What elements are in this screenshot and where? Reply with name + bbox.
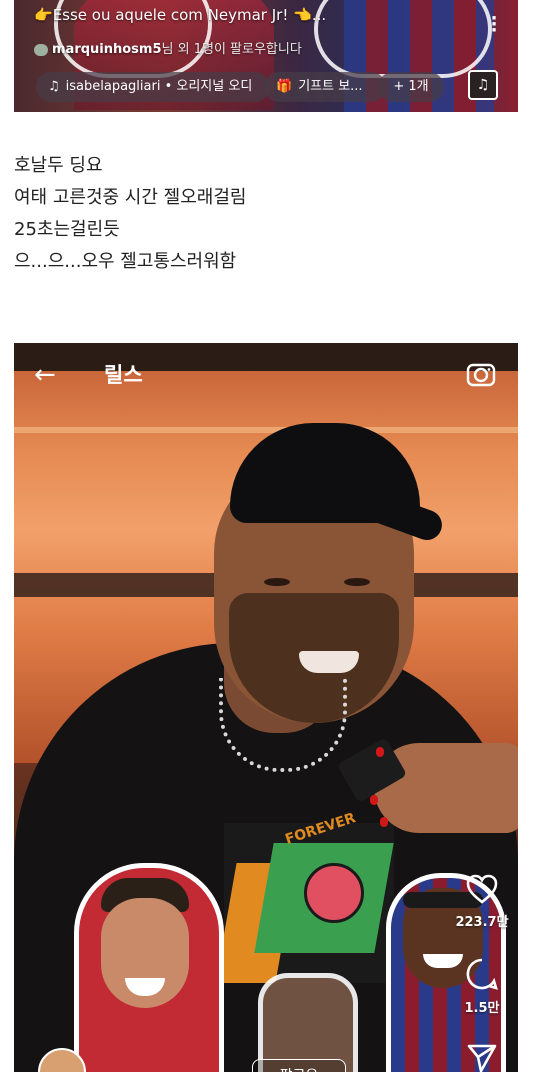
share-action[interactable] [454, 1043, 510, 1072]
post-body: 호날두 딩요 여태 고른것중 시간 젤오래걸림 25초는걸린듯 으...으...… [14, 150, 514, 278]
red-nail [380, 817, 388, 827]
followed-by-suffix: 님 외 1명이 팔로우합니다 [161, 42, 302, 57]
right-eye [344, 578, 370, 586]
body-line: 으...으...오우 젤고통스러워함 [14, 251, 237, 272]
back-arrow-icon[interactable]: ← [34, 361, 66, 389]
player-sticker-middle [258, 973, 358, 1072]
audio-chip[interactable]: ♫ isabelapagliari • 오리지널 오디 [36, 72, 270, 102]
send-icon[interactable] [466, 1043, 498, 1072]
like-count: 223.7만 [455, 915, 509, 930]
comment-action[interactable]: 1.5만 [454, 957, 510, 1016]
pointing-right-emoji: 👉 [34, 6, 53, 24]
gift-chip[interactable]: 🎁 기프트 보... [264, 72, 386, 102]
gift-icon: 🎁 [276, 79, 293, 94]
like-action[interactable]: 223.7만 [454, 873, 510, 930]
red-nail [370, 795, 378, 805]
caption-ellipsis: ... [311, 6, 327, 24]
body-line: 호날두 딩요 [14, 155, 103, 176]
reel-caption-text: Esse ou aquele com Neymar Jr! [52, 6, 289, 24]
follower-username: marquinhosm5 [52, 42, 162, 57]
reel-caption[interactable]: 👉Esse ou aquele com Neymar Jr! 👈... [34, 6, 326, 24]
sticker-outline [314, 0, 492, 78]
comment-count: 1.5만 [464, 1001, 500, 1016]
previous-reel-screenshot: 👉Esse ou aquele com Neymar Jr! 👈... · · · … [14, 0, 518, 112]
more-chip-label: + 1개 [393, 79, 429, 94]
body-line: 여태 고른것중 시간 젤오래걸림 [14, 187, 247, 208]
audio-chip-label: isabelapagliari • 오리지널 오디 [65, 79, 253, 94]
camera-icon[interactable] [466, 359, 496, 389]
pointing-left-emoji: 👈 [293, 6, 312, 24]
heart-icon[interactable] [465, 873, 499, 905]
left-eye [264, 578, 290, 586]
background-light-stripe [14, 427, 518, 433]
more-options-icon[interactable]: · · · [490, 10, 498, 40]
red-nail [376, 747, 384, 757]
player-sticker-left [74, 863, 224, 1072]
body-line: 25초는걸린듯 [14, 219, 120, 240]
follower-avatar [34, 43, 48, 56]
follow-button[interactable]: 팔로우 [252, 1059, 346, 1072]
original-audio-icon[interactable]: ♫ [468, 70, 498, 100]
gift-chip-label: 기프트 보... [298, 79, 363, 94]
reel-screenshot: FOREVER ← 릴스 223.7만 1.5만 [14, 343, 518, 1072]
followed-by-line[interactable]: marquinhosm5님 외 1명이 팔로우합니다 [34, 38, 302, 57]
smile [299, 651, 359, 673]
more-chip[interactable]: + 1개 [378, 72, 444, 102]
reels-header: ← 릴스 [14, 343, 518, 403]
music-note-icon: ♫ [48, 79, 60, 94]
soccer-ball-graphic [304, 863, 364, 923]
reels-title: 릴스 [104, 363, 143, 387]
comment-icon[interactable] [465, 957, 499, 991]
